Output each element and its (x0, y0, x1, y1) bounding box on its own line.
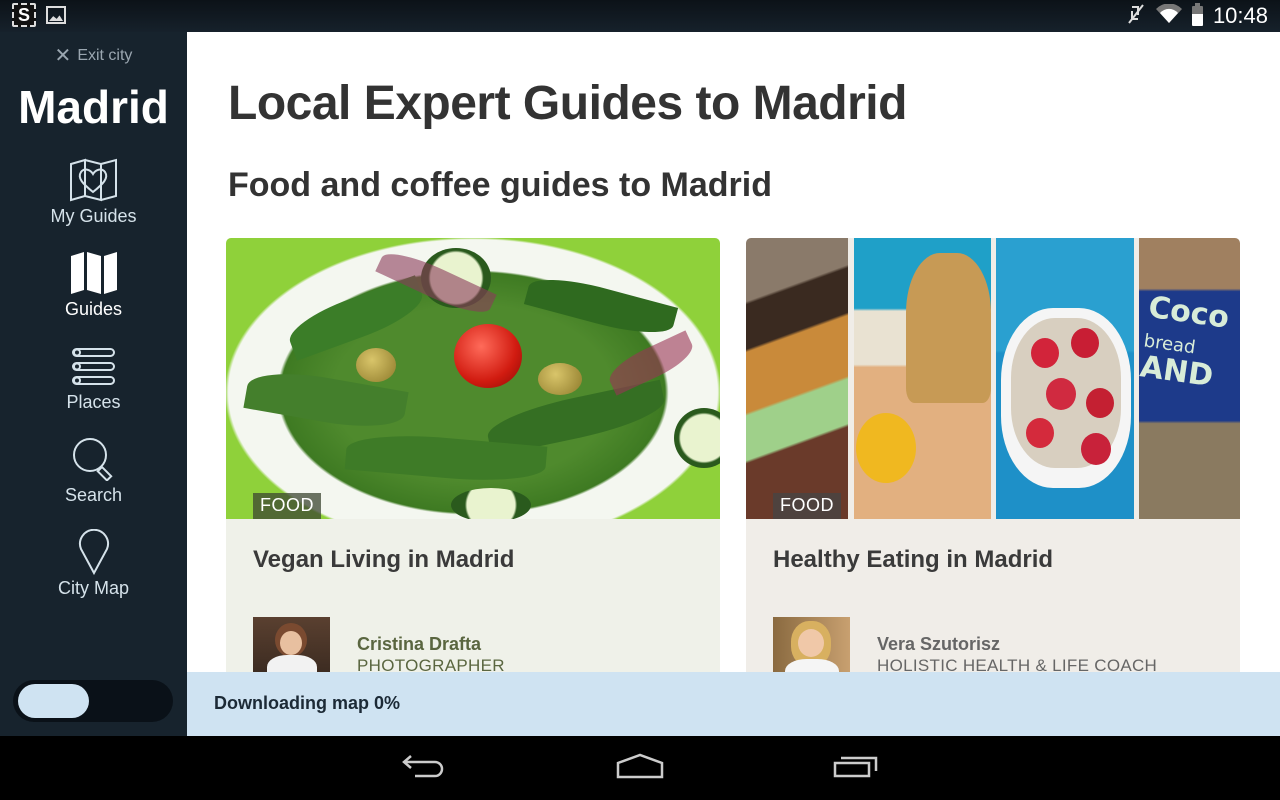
home-button[interactable] (610, 750, 670, 786)
sidebar-item-my-guides[interactable]: My Guides (0, 156, 187, 249)
guide-title: Healthy Eating in Madrid (773, 546, 1054, 573)
toggle-knob[interactable] (18, 684, 89, 718)
guide-card-healthy[interactable]: Coco bread AND FOOD Healthy Eating in Madr… (746, 238, 1240, 736)
sidebar: ✕ Exit city Madrid My Guides Guides Plac… (0, 32, 187, 736)
wifi-icon (1155, 2, 1182, 29)
home-icon (616, 753, 664, 784)
mute-icon (1126, 3, 1146, 30)
sidebar-item-label: My Guides (50, 206, 137, 226)
section-title: Food and coffee guides to Madrid (228, 166, 772, 204)
author-name: Cristina Drafta (357, 634, 482, 654)
category-tag: FOOD (773, 493, 841, 519)
sidebar-item-places[interactable]: Places (0, 342, 187, 435)
sidebar-item-guides[interactable]: Guides (0, 249, 187, 342)
main-content: Local Expert Guides to Madrid Food and c… (187, 32, 1280, 736)
download-status-bar: Downloading map 0% (187, 672, 1280, 736)
guide-card-vegan[interactable]: FOOD Vegan Living in Madrid Cristina Dra… (226, 238, 720, 736)
sidebar-item-search[interactable]: Search (0, 435, 187, 528)
folded-map-icon (70, 249, 118, 297)
battery-icon (1191, 3, 1203, 26)
download-status-text: Downloading map 0% (214, 693, 401, 713)
sidebar-item-label: Search (64, 485, 123, 505)
search-icon (72, 435, 116, 483)
coco-sign-text: Coco bread AND (1137, 289, 1232, 395)
recent-apps-icon (833, 753, 879, 784)
guide-image-salad: FOOD (226, 238, 720, 519)
author-name: Vera Szutorisz (877, 634, 1001, 654)
list-icon (71, 342, 116, 390)
author-avatar (773, 617, 850, 677)
exit-city-label: Exit city (77, 47, 133, 64)
image-notification-icon (46, 6, 66, 24)
sidebar-item-label: Places (66, 392, 121, 412)
sidebar-nav: My Guides Guides Places Search City Map (0, 156, 187, 621)
city-name: Madrid (18, 81, 169, 133)
page-title: Local Expert Guides to Madrid (228, 77, 907, 130)
status-bar: S 10:48 (0, 0, 1280, 32)
clock: 10:48 (1212, 3, 1268, 28)
system-nav-bar (0, 736, 1280, 800)
app-notification-icon: S (12, 3, 36, 27)
sidebar-item-label: Guides (64, 299, 123, 319)
sidebar-item-city-map[interactable]: City Map (0, 528, 187, 621)
back-button[interactable] (394, 750, 454, 786)
recent-apps-button[interactable] (826, 750, 886, 786)
map-pin-icon (78, 528, 110, 576)
author-avatar (253, 617, 330, 677)
heart-map-icon (69, 156, 119, 204)
offline-toggle[interactable] (13, 680, 173, 722)
back-icon (401, 753, 447, 784)
guide-title: Vegan Living in Madrid (253, 546, 515, 573)
exit-city-button[interactable]: ✕ Exit city (0, 46, 187, 66)
sidebar-item-label: City Map (57, 578, 129, 598)
close-icon: ✕ (54, 45, 72, 67)
guide-image-collage: Coco bread AND FOOD (746, 238, 1240, 519)
category-tag: FOOD (253, 493, 321, 519)
